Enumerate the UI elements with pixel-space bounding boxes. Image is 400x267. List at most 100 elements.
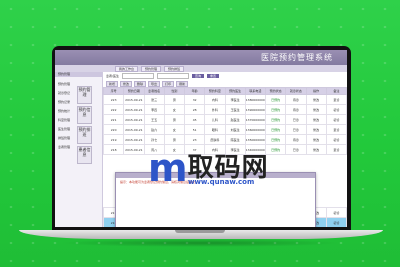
table-header-cell[interactable]: 预约状态 [264, 87, 287, 95]
table-cell: 初诊 [325, 134, 347, 145]
table-cell: 复诊 [325, 94, 347, 105]
table-header-cell[interactable]: 操作 [305, 87, 327, 95]
table-cell: 修改 [305, 94, 327, 105]
table-cell: 2015-09-21 [123, 144, 145, 155]
table-cell: 初诊 [325, 104, 347, 115]
tab-appointments[interactable]: 预约管理 [141, 65, 162, 72]
sidebar-group-button[interactable]: 预约排班 [77, 126, 92, 144]
table-cell: 修改 [305, 124, 327, 135]
table-cell: 外科 [204, 104, 226, 115]
table-cell: 13500000000 [244, 134, 267, 145]
table-cell: 内科 [204, 94, 226, 105]
table-header-cell[interactable]: 预约科室 [204, 87, 226, 95]
toolbar-button-delete[interactable]: 删除 [134, 80, 147, 87]
table-row[interactable]: 219 2015-09-21 孙七男 23 皮肤科 陈医生 13500000000 已预约 待诊… [102, 134, 347, 145]
table-cell: 孙七 [143, 134, 165, 145]
toolbar-button-refresh[interactable]: 刷新 [176, 80, 189, 87]
table-cell: 修改 [305, 104, 327, 115]
table-cell: 修改 [305, 134, 327, 145]
table-cell: 男 [163, 134, 186, 145]
table-header-cell[interactable]: 联系电话 [244, 87, 267, 95]
table-header-row: 序号 预约日期 患者姓名 性别 年龄 预约科室 预约医生 联系电话 预约状态 就诊状态 操作 备注 [102, 87, 347, 95]
table-cell: 221 [102, 114, 125, 125]
sidebar-caption: 预约管理 [55, 72, 102, 77]
toolbar-button-print[interactable]: 打印 [162, 80, 175, 87]
table-cell: 已诊 [285, 114, 307, 125]
table-cell: 儿科 [204, 114, 226, 125]
table-cell: 已预约 [264, 94, 287, 105]
table-cell: 2015-09-21 [123, 134, 145, 145]
table-cell: 222 [102, 104, 125, 115]
table-cell: 李医生 [224, 94, 246, 105]
app-header: 医院预约管理系统 [55, 50, 347, 65]
app-title: 医院预约管理系统 [261, 53, 333, 62]
table-cell: 男 [163, 114, 186, 125]
table-row[interactable]: 220 2015-09-21 赵六女 51 眼科 刘医生 13600000000 已预约 已诊修… [102, 124, 347, 135]
table-cell: 223 [102, 94, 125, 105]
table-cell: 赵六 [143, 124, 165, 135]
table-cell: 王医生 [224, 104, 246, 115]
laptop-shadow [60, 239, 340, 247]
table-cell: 初诊 [325, 217, 347, 227]
toolbar-button-edit[interactable]: 修改 [120, 80, 133, 87]
table-header-cell[interactable]: 就诊状态 [285, 87, 307, 95]
watermark-logo: m 取码网 www.qunaw.com [148, 148, 269, 188]
table-header-cell[interactable]: 预约医生 [224, 87, 246, 95]
search-button[interactable]: 查询 [192, 74, 205, 78]
table-cell: 23 [183, 134, 206, 145]
top-nav: 我的工作台 预约管理 预约排班 [55, 65, 347, 72]
table-cell: 眼科 [204, 124, 226, 135]
table-cell: 51 [183, 124, 206, 135]
table-cell: 初诊 [325, 114, 347, 125]
sidebar-group-button[interactable]: 预约管理 [77, 86, 92, 104]
toolbar-button-add[interactable]: 新增 [106, 80, 119, 87]
table-row[interactable]: 223 2015-09-21 张三男 32 内科 李医生 13800000000 已预约 待诊修… [102, 94, 347, 105]
table-cell: 13700000000 [244, 114, 267, 125]
table-cell: 已预约 [264, 134, 287, 145]
app-screen: 医院预约管理系统 我的工作台 预约管理 预约排班 预约管理 预约管理 就诊登记 … [55, 50, 347, 227]
table-cell: 2015-09-21 [123, 124, 145, 135]
table-cell: 待诊 [285, 94, 307, 105]
sidebar-group-button[interactable]: 预约信息 [77, 106, 92, 124]
toolbar-button-export[interactable]: 导出 [148, 80, 161, 87]
table-cell: 男 [163, 94, 186, 105]
table-cell: 王五 [143, 114, 165, 125]
reset-button[interactable]: 重置 [207, 74, 220, 78]
search-bar: 患者/医生 查询 重置 [103, 72, 347, 80]
table-header-cell[interactable]: 备注 [325, 87, 347, 95]
table-cell: 皮肤科 [204, 134, 226, 145]
table-cell: 已诊 [285, 124, 307, 135]
table-cell: 219 [102, 134, 125, 145]
table-header-cell[interactable]: 序号 [102, 87, 125, 95]
table-cell: 陈医生 [224, 134, 246, 145]
table-cell: 修改 [305, 114, 327, 125]
tab-schedule[interactable]: 预约排班 [164, 65, 185, 72]
table-cell: 初诊 [325, 207, 347, 218]
table-header-cell[interactable]: 预约日期 [123, 87, 145, 95]
watermark-url: www.qunaw.com [188, 178, 255, 186]
sidebar-group-button[interactable]: 患者信息 [77, 146, 92, 164]
table-cell: 张三 [143, 94, 165, 105]
table-cell: 修改 [305, 144, 327, 155]
watermark-m-icon: m [148, 146, 188, 190]
table-header-cell[interactable]: 年龄 [183, 87, 206, 95]
table-cell: 赵医生 [224, 114, 246, 125]
search-input[interactable] [122, 73, 155, 79]
table-cell: 刘医生 [224, 124, 246, 135]
table-cell: 已诊 [285, 144, 307, 155]
table-header-cell[interactable]: 性别 [163, 87, 186, 95]
table-header-cell[interactable]: 患者姓名 [143, 87, 165, 95]
table-cell: 220 [102, 124, 125, 135]
table-row[interactable]: 222 2015-09-21 李四女 28 外科 王医生 13900000000 已预约 待诊修… [102, 104, 347, 115]
table-row[interactable]: 221 2015-09-21 王五男 45 儿科 赵医生 13700000000 已预约 已诊修… [102, 114, 347, 125]
table-cell: 女 [163, 104, 186, 115]
table-cell: 2015-09-21 [123, 114, 145, 125]
sidebar: 预约管理 预约管理 就诊登记 预约记录 预约统计 科室管理 医生管理 排班管理 … [55, 72, 103, 227]
table-cell: 李四 [143, 104, 165, 115]
tab-workbench[interactable]: 我的工作台 [115, 65, 139, 72]
table-cell: 2015-09-21 [123, 94, 145, 105]
table-cell: 32 [183, 94, 206, 105]
search-input-2[interactable] [157, 73, 190, 79]
table-cell: 待诊 [285, 134, 307, 145]
table-cell: 2015-09-21 [123, 104, 145, 115]
